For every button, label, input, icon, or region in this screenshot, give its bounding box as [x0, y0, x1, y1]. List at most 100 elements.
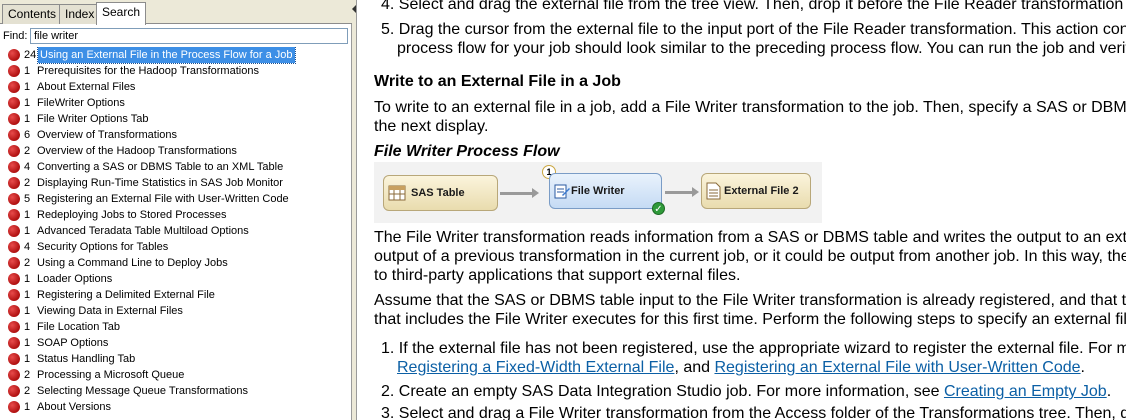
find-label: Find:: [3, 30, 28, 42]
navigation-tabbar: Contents Index Search: [0, 0, 352, 25]
result-hit-count: 5: [24, 193, 31, 205]
collapse-arrow-icon[interactable]: [352, 5, 356, 13]
result-hit-count: 1: [24, 401, 31, 413]
list-item-1-end: .: [1080, 359, 1085, 376]
search-result-item[interactable]: 2 Using a Command Line to Deploy Jobs: [0, 255, 350, 271]
result-title[interactable]: FileWriter Options: [37, 95, 125, 111]
search-result-item[interactable]: 1 SOAP Options: [0, 335, 350, 351]
search-result-item[interactable]: 4 Security Options for Tables: [0, 239, 350, 255]
result-hit-count: 1: [24, 81, 31, 93]
result-title[interactable]: Using a Command Line to Deploy Jobs: [37, 255, 228, 271]
result-title[interactable]: Redeploying Jobs to Stored Processes: [37, 207, 227, 223]
result-hit-count: 1: [24, 321, 31, 333]
result-title[interactable]: Converting a SAS or DBMS Table to an XML…: [37, 159, 283, 175]
flow-arrow-1: [500, 192, 533, 195]
result-title[interactable]: Viewing Data in External Files: [37, 303, 183, 319]
find-input[interactable]: [30, 28, 348, 44]
list-item-1-sep: , and: [674, 359, 715, 376]
sas-table-node[interactable]: SAS Table: [383, 175, 498, 211]
file-writer-node[interactable]: File Writer: [549, 173, 662, 209]
topic-icon: [8, 401, 20, 413]
result-hit-count: 6: [24, 129, 31, 141]
tab-index[interactable]: Index: [59, 4, 101, 24]
list-item-3: 3. Select and drag a File Writer transfo…: [381, 405, 1126, 420]
intro-text-continued: the next display.: [374, 118, 489, 135]
search-result-item[interactable]: 2 Displaying Run-Time Statistics in SAS J…: [0, 175, 350, 191]
search-result-item[interactable]: 1 FileWriter Options: [0, 95, 350, 111]
search-result-item[interactable]: 1 About Versions: [0, 399, 350, 415]
result-hit-count: 2: [24, 145, 31, 157]
success-check-icon: ✓: [652, 202, 665, 215]
tab-contents[interactable]: Contents: [2, 4, 63, 24]
link-create-empty-job[interactable]: Creating an Empty Job: [944, 383, 1107, 400]
section-heading: Write to an External File in a Job: [374, 73, 621, 90]
result-title[interactable]: Overview of Transformations: [37, 127, 177, 143]
topic-icon: [8, 177, 20, 189]
result-hit-count: 1: [24, 289, 31, 301]
result-hit-count: 1: [24, 113, 31, 125]
link-user-written-code[interactable]: Registering an External File with User-W…: [714, 359, 1080, 376]
result-title[interactable]: Using an External File in the Process Fl…: [37, 47, 296, 64]
result-title[interactable]: Advanced Teradata Table Multiload Option…: [37, 223, 249, 239]
result-hit-count: 1: [24, 337, 31, 349]
result-title[interactable]: Selecting Message Queue Transformations: [37, 383, 248, 399]
intro-text: To write to an external file in a job, a…: [374, 99, 1126, 116]
result-hit-count: 1: [24, 97, 31, 109]
result-title[interactable]: About Versions: [37, 399, 111, 415]
pane-splitter[interactable]: [352, 0, 357, 420]
list-item-2-end: .: [1106, 383, 1112, 400]
result-title[interactable]: Registering an External File with User-W…: [37, 191, 289, 207]
search-result-item[interactable]: 1 Status Handling Tab: [0, 351, 350, 367]
topic-icon: [8, 385, 20, 397]
topic-icon: [8, 241, 20, 253]
figure-caption: File Writer Process Flow: [374, 143, 560, 160]
result-title[interactable]: Prerequisites for the Hadoop Transformat…: [37, 63, 259, 79]
search-result-item[interactable]: 5 Registering an External File with User-…: [0, 191, 350, 207]
result-title[interactable]: Processing a Microsoft Queue: [37, 367, 184, 383]
result-title[interactable]: Loader Options: [37, 271, 112, 287]
help-content-pane: 4. Select and drag the external file fro…: [358, 0, 1126, 420]
search-result-item[interactable]: 24 Using an External File in the Process …: [0, 47, 350, 64]
topic-icon: [8, 353, 20, 365]
arrow-head-icon: [532, 188, 539, 198]
search-result-item[interactable]: 2 Processing a Microsoft Queue: [0, 367, 350, 383]
result-title[interactable]: SOAP Options: [37, 335, 108, 351]
result-hit-count: 2: [24, 369, 31, 381]
result-hit-count: 2: [24, 385, 31, 397]
external-file-node[interactable]: External File 2: [701, 173, 811, 209]
result-title[interactable]: File Writer Options Tab: [37, 111, 148, 127]
list-item-2-text: 2. Create an empty SAS Data Integration …: [381, 383, 944, 400]
search-result-item[interactable]: 1 About External Files: [0, 79, 350, 95]
search-result-item[interactable]: 1 File Location Tab: [0, 319, 350, 335]
search-result-item[interactable]: 1 Prerequisites for the Hadoop Transforma…: [0, 63, 350, 79]
result-hit-count: 2: [24, 257, 31, 269]
search-result-item[interactable]: 6 Overview of Transformations: [0, 127, 350, 143]
topic-icon: [8, 289, 20, 301]
result-hit-count: 1: [24, 65, 31, 77]
result-title[interactable]: Status Handling Tab: [37, 351, 135, 367]
list-item-1-continued: Registering a Fixed-Width External File,…: [397, 359, 1085, 377]
search-result-item[interactable]: 2 Selecting Message Queue Transformations: [0, 383, 350, 399]
result-title[interactable]: About External Files: [37, 79, 135, 95]
search-result-item[interactable]: 1 Advanced Teradata Table Multiload Optio…: [0, 223, 350, 239]
result-hit-count: 24: [24, 49, 37, 61]
search-result-item[interactable]: 4 Converting a SAS or DBMS Table to an XM…: [0, 159, 350, 175]
search-result-item[interactable]: 2 Overview of the Hadoop Transformations: [0, 143, 350, 159]
result-title[interactable]: File Location Tab: [37, 319, 120, 335]
result-title[interactable]: Displaying Run-Time Statistics in SAS Jo…: [37, 175, 283, 191]
link-fixed-width-file[interactable]: Registering a Fixed-Width External File: [397, 359, 674, 376]
search-result-item[interactable]: 1 File Writer Options Tab: [0, 111, 350, 127]
result-title[interactable]: Overview of the Hadoop Transformations: [37, 143, 237, 159]
topic-icon: [8, 321, 20, 333]
result-title[interactable]: Registering a Delimited External File: [37, 287, 215, 303]
search-results-list[interactable]: 24 Using an External File in the Process …: [0, 47, 350, 420]
search-result-item[interactable]: 1 Redeploying Jobs to Stored Processes: [0, 207, 350, 223]
result-title[interactable]: Security Options for Tables: [37, 239, 168, 255]
tab-search[interactable]: Search: [96, 2, 147, 25]
file-writer-label: File Writer: [571, 185, 625, 197]
search-result-item[interactable]: 1 Loader Options: [0, 271, 350, 287]
search-result-item[interactable]: 1 Viewing Data in External Files: [0, 303, 350, 319]
para2-text-2: that includes the File Writer executes f…: [374, 311, 1126, 328]
search-result-item[interactable]: 1 Registering a Delimited External File: [0, 287, 350, 303]
topic-icon: [8, 193, 20, 205]
